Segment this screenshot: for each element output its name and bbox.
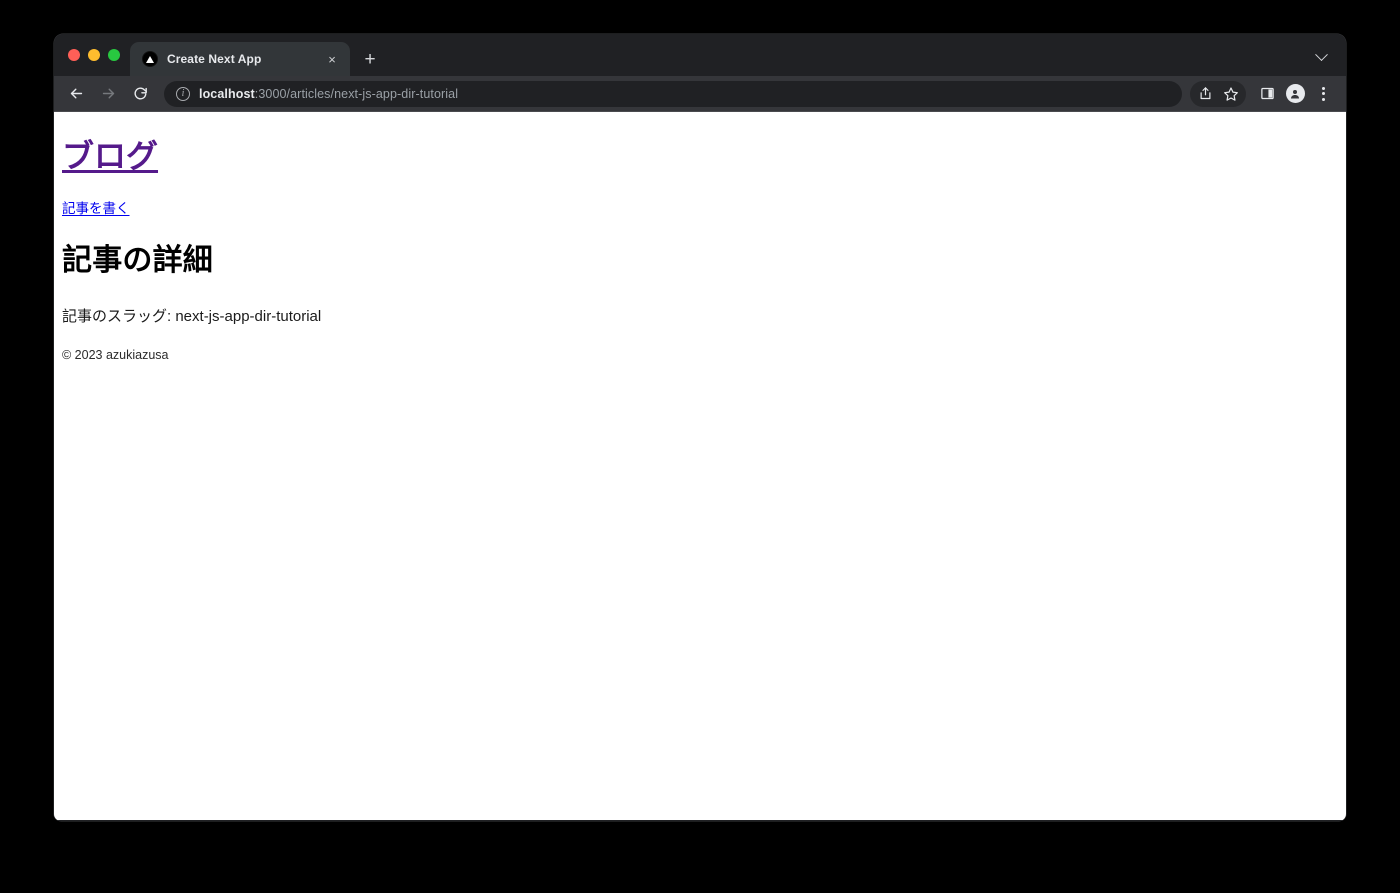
- url-host: localhost: [199, 86, 255, 101]
- reload-icon[interactable]: [126, 80, 154, 108]
- traffic-lights: [64, 34, 130, 76]
- site-title: ブログ: [62, 138, 1338, 175]
- browser-tab[interactable]: Create Next App ×: [130, 42, 350, 76]
- close-window-button[interactable]: [68, 49, 80, 61]
- arrow-right-icon: [94, 80, 122, 108]
- side-panel-icon[interactable]: [1254, 81, 1280, 107]
- kebab-menu-icon[interactable]: [1310, 81, 1336, 107]
- maximize-window-button[interactable]: [108, 49, 120, 61]
- close-icon[interactable]: ×: [323, 50, 341, 68]
- profile-avatar-icon[interactable]: [1282, 81, 1308, 107]
- url-text: localhost:3000/articles/next-js-app-dir-…: [199, 87, 458, 101]
- toolbar-right-actions: [1190, 80, 1336, 107]
- new-tab-button[interactable]: +: [356, 45, 384, 73]
- star-icon[interactable]: [1218, 81, 1244, 107]
- minimize-window-button[interactable]: [88, 49, 100, 61]
- tab-title: Create Next App: [167, 52, 262, 66]
- site-title-link[interactable]: ブログ: [62, 138, 158, 174]
- tab-strip: Create Next App × +: [54, 34, 1346, 76]
- footer-copyright: © 2023 azukiazusa: [62, 347, 169, 362]
- chevron-down-icon[interactable]: [1308, 44, 1334, 70]
- browser-window: Create Next App × + i localhost:3000/art…: [54, 34, 1346, 821]
- nextjs-logo-icon: [142, 51, 158, 67]
- url-path: :3000/articles/next-js-app-dir-tutorial: [254, 86, 459, 101]
- arrow-left-icon[interactable]: [62, 80, 90, 108]
- write-article-link[interactable]: 記事を書く: [62, 201, 130, 216]
- page-heading: 記事の詳細: [62, 243, 213, 277]
- info-circle-icon[interactable]: i: [176, 86, 190, 101]
- omnibox-actions-pill: [1190, 80, 1246, 107]
- write-article-row: 記事を書く: [62, 197, 1338, 218]
- browser-toolbar: i localhost:3000/articles/next-js-app-di…: [54, 76, 1346, 112]
- address-bar[interactable]: i localhost:3000/articles/next-js-app-di…: [164, 80, 1182, 107]
- article-slug-text: 記事のスラッグ: next-js-app-dir-tutorial: [62, 307, 322, 325]
- share-icon[interactable]: [1192, 81, 1218, 107]
- page-content: ブログ 記事を書く 記事の詳細 記事のスラッグ: next-js-app-dir…: [54, 112, 1346, 820]
